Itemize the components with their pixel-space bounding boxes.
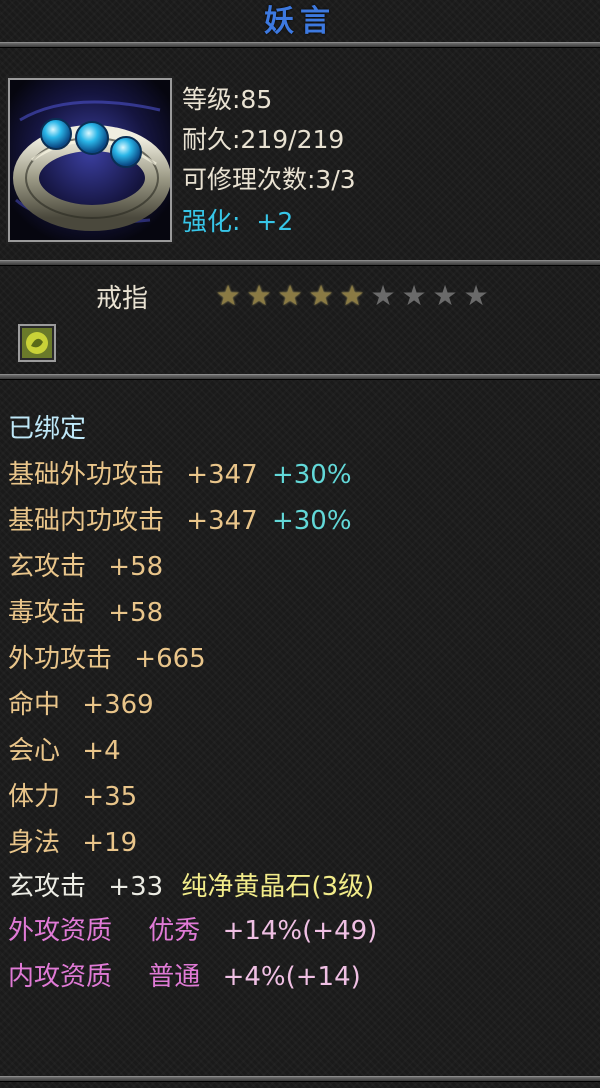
stat-agility: 身法 +19 bbox=[8, 822, 137, 859]
stat-value: +369 bbox=[82, 690, 154, 720]
stat-value: +665 bbox=[134, 644, 206, 674]
stat-label: 基础外功攻击 bbox=[8, 460, 165, 490]
enhance-value: +2 bbox=[256, 207, 294, 236]
divider-bottom bbox=[0, 1076, 600, 1082]
star-filled-icon: ★ bbox=[339, 279, 365, 312]
aptitude-value: +4%(+14) bbox=[222, 962, 361, 992]
ring-icon bbox=[8, 78, 172, 242]
stat-label: 玄攻击 bbox=[8, 552, 87, 582]
star-filled-icon: ★ bbox=[215, 279, 241, 312]
star-filled-icon: ★ bbox=[277, 279, 303, 312]
stat-label: 身法 bbox=[8, 828, 61, 858]
stat-external-attack: 外功攻击 +665 bbox=[8, 638, 206, 675]
stat-base-internal-attack: 基础内功攻击 +347 +30% bbox=[8, 500, 352, 537]
star-empty-icon: ★ bbox=[432, 279, 458, 312]
item-level: 等级:85 bbox=[182, 85, 273, 114]
stat-xuan-attack: 玄攻击 +58 bbox=[8, 546, 163, 583]
divider-top bbox=[0, 42, 600, 48]
stat-value: +347 bbox=[186, 506, 258, 536]
stat-value: +58 bbox=[108, 598, 164, 628]
stat-value: +19 bbox=[82, 828, 138, 858]
aptitude-label: 内攻资质 bbox=[8, 962, 113, 992]
item-tooltip: 妖言 等级:85 耐久:219/219 可修理次数:3/3 强化: +2 戒指 … bbox=[0, 0, 600, 1088]
aptitude-label: 外攻资质 bbox=[8, 916, 113, 946]
item-enhance: 强化: +2 bbox=[182, 202, 293, 238]
stat-base-external-attack: 基础外功攻击 +347 +30% bbox=[8, 454, 352, 491]
stat-label: 毒攻击 bbox=[8, 598, 87, 628]
item-name: 妖言 bbox=[264, 4, 336, 39]
stat-critical: 会心 +4 bbox=[8, 730, 121, 767]
aptitude-grade: 普通 bbox=[148, 962, 201, 992]
stat-hit: 命中 +369 bbox=[8, 684, 154, 721]
bound-status: 已绑定 bbox=[8, 414, 87, 444]
stat-label: 会心 bbox=[8, 736, 61, 766]
star-filled-icon: ★ bbox=[246, 279, 272, 312]
stat-percent: +30% bbox=[271, 460, 352, 490]
stat-label: 命中 bbox=[8, 690, 61, 720]
item-durability: 耐久:219/219 bbox=[182, 125, 345, 154]
aptitude-external: 外攻资质 优秀 +14%(+49) bbox=[8, 910, 377, 947]
stat-stamina: 体力 +35 bbox=[8, 776, 137, 813]
divider-mid bbox=[0, 260, 600, 266]
aptitude-grade: 优秀 bbox=[148, 916, 201, 946]
gem-attr-label: 玄攻击 bbox=[8, 872, 87, 902]
stat-value: +4 bbox=[82, 736, 121, 766]
gem-attr-value: +33 bbox=[108, 872, 164, 902]
stat-label: 体力 bbox=[8, 782, 61, 812]
aptitude-internal: 内攻资质 普通 +4%(+14) bbox=[8, 956, 361, 993]
stat-value: +58 bbox=[108, 552, 164, 582]
aptitude-value: +14%(+49) bbox=[222, 916, 378, 946]
stat-poison-attack: 毒攻击 +58 bbox=[8, 592, 163, 629]
item-repair-count: 可修理次数:3/3 bbox=[182, 165, 356, 194]
enhance-label: 强化: bbox=[182, 207, 241, 236]
stat-percent: +30% bbox=[271, 506, 352, 536]
star-filled-icon: ★ bbox=[308, 279, 334, 312]
star-empty-icon: ★ bbox=[401, 279, 427, 312]
star-empty-icon: ★ bbox=[463, 279, 489, 312]
star-empty-icon: ★ bbox=[370, 279, 396, 312]
divider-lower bbox=[0, 374, 600, 380]
gem-slot-icon[interactable] bbox=[18, 324, 56, 362]
stat-value: +347 bbox=[186, 460, 258, 490]
stat-label: 外功攻击 bbox=[8, 644, 113, 674]
gem-bonus: 玄攻击 +33 纯净黄晶石(3级) bbox=[8, 866, 374, 903]
stat-label: 基础内功攻击 bbox=[8, 506, 165, 536]
stat-value: +35 bbox=[82, 782, 138, 812]
item-type: 戒指 bbox=[96, 284, 149, 314]
gem-name: 纯净黄晶石(3级) bbox=[181, 872, 375, 902]
